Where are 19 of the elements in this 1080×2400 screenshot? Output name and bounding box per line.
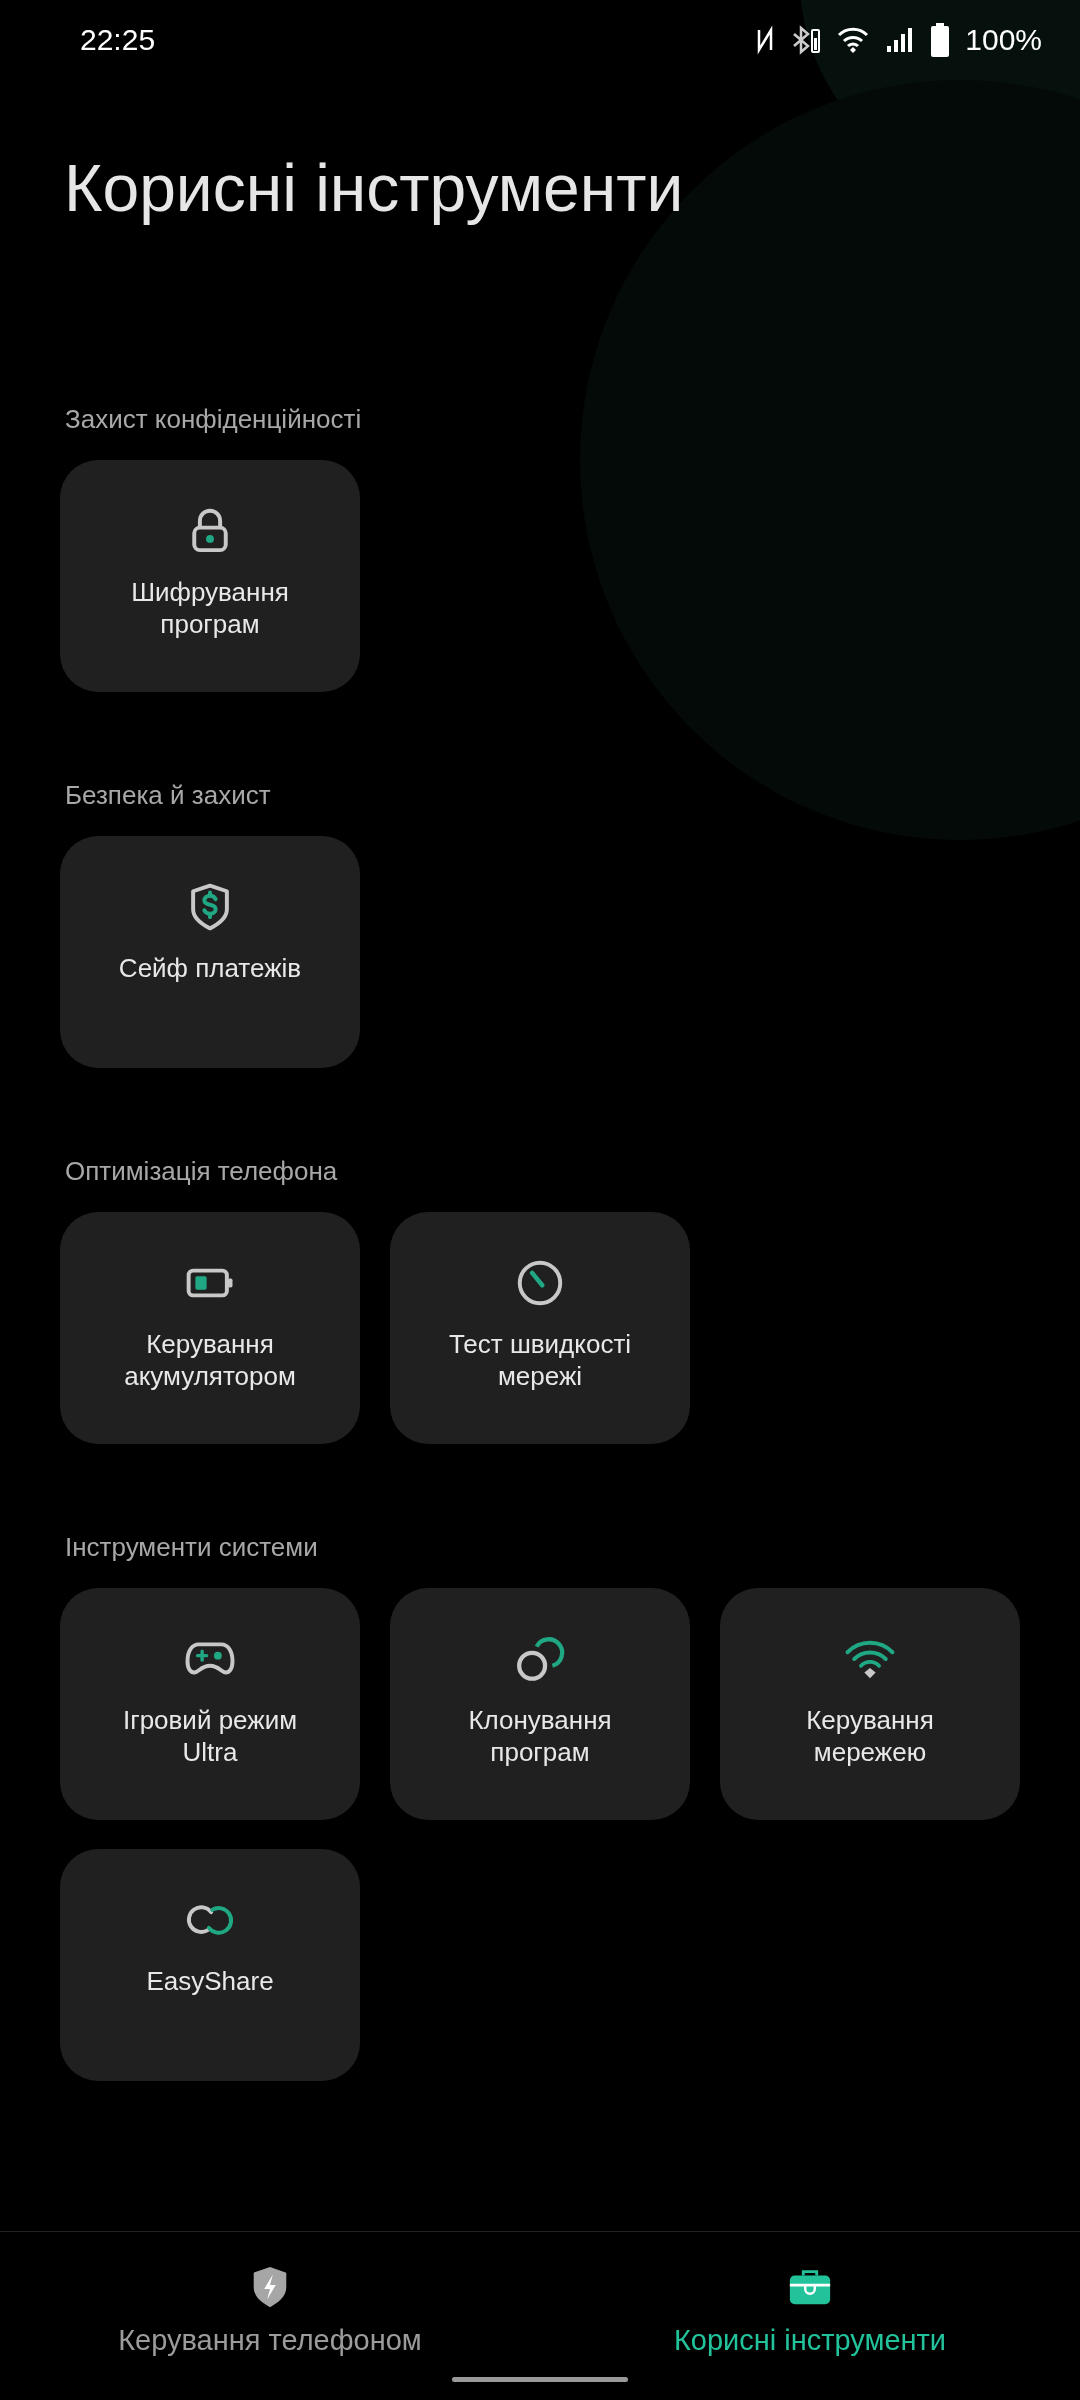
battery-percent: 100% xyxy=(965,23,1042,57)
bluetooth-icon xyxy=(791,24,822,56)
section-heading: Безпека й захист xyxy=(65,780,272,812)
nav-tab[interactable]: Керування телефоном xyxy=(0,2232,540,2400)
tool-tile[interactable]: EasyShare xyxy=(60,1849,360,2081)
tool-tile[interactable]: Керування акумулятором xyxy=(60,1212,360,1444)
tool-tile[interactable]: Шифрування програм xyxy=(60,460,360,692)
tool-tile[interactable]: Клонування програм xyxy=(390,1588,690,1820)
tool-tile[interactable]: Тест швидкості мережі xyxy=(390,1212,690,1444)
tool-tile[interactable]: Керування мережею xyxy=(720,1588,1020,1820)
section-heading: Захист конфіденційності xyxy=(65,404,363,436)
battery-status-icon xyxy=(931,23,950,57)
section-heading: Оптимізація телефона xyxy=(65,1156,339,1188)
page-title: Корисні інструменти xyxy=(64,150,685,226)
status-time: 22:25 xyxy=(80,23,156,57)
home-indicator[interactable] xyxy=(452,2377,628,2382)
tool-tile[interactable]: Ігровий режим Ultra xyxy=(60,1588,360,1820)
section-heading: Інструменти системи xyxy=(65,1532,319,1564)
tool-tile[interactable]: Сейф платежів xyxy=(60,836,360,1068)
